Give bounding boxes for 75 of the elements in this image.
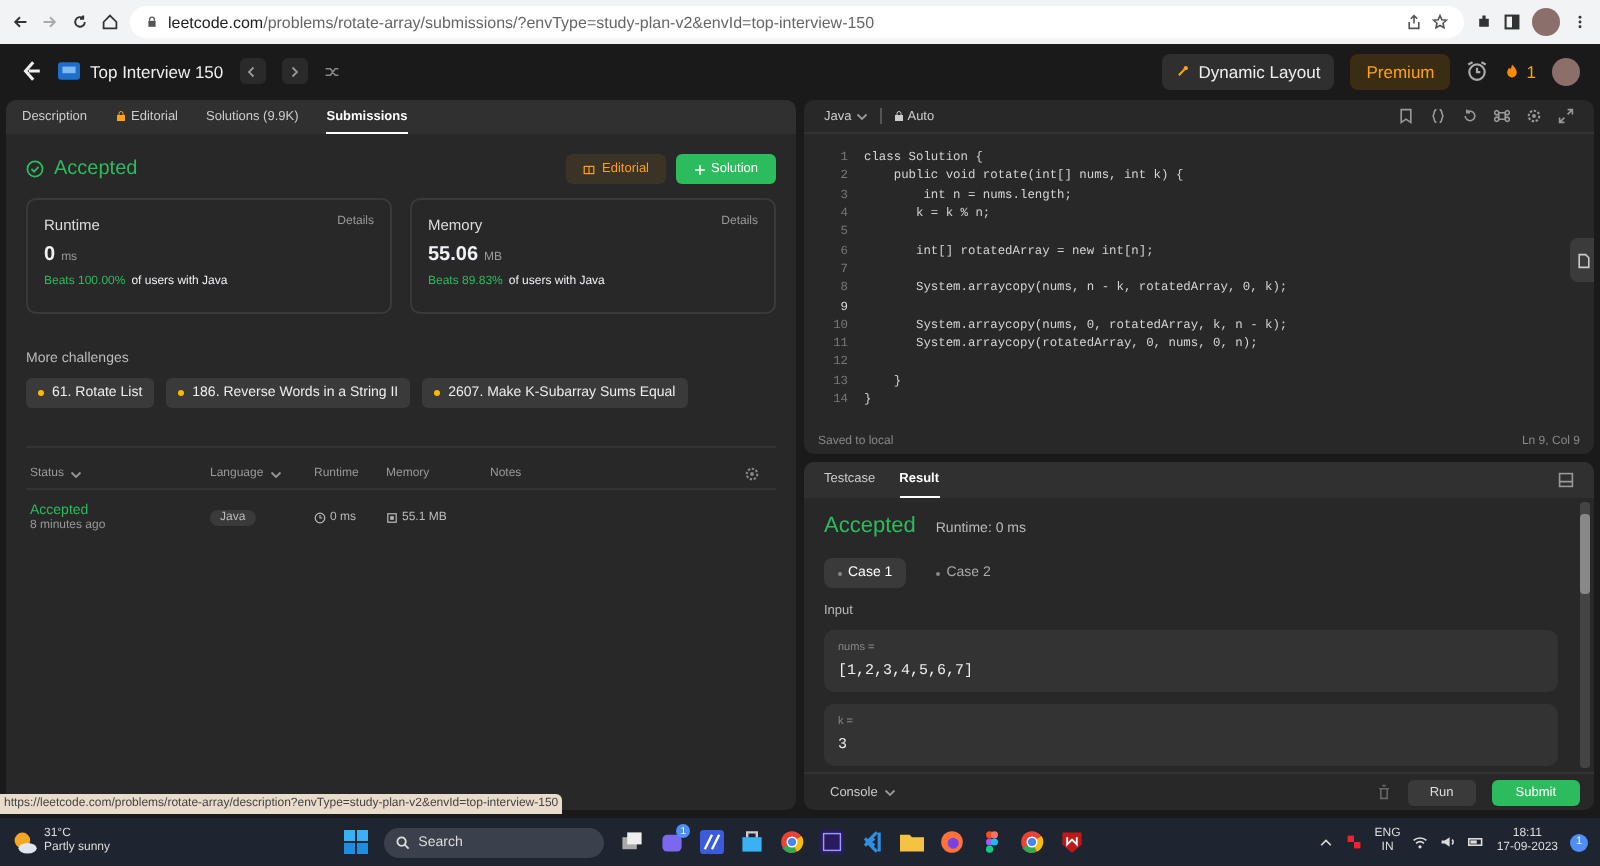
lock-icon: [115, 110, 126, 122]
chevron-down-icon: [855, 110, 868, 122]
trash-icon[interactable]: [1375, 784, 1392, 800]
sparkle-icon: [1176, 64, 1191, 78]
weather-icon[interactable]: [12, 829, 38, 855]
shield-icon[interactable]: [1060, 830, 1085, 854]
previous-button[interactable]: [239, 58, 266, 84]
lock-icon: [893, 110, 904, 122]
stat-value: 0: [44, 244, 56, 266]
speaker-icon[interactable]: [1440, 834, 1457, 850]
video-editor-icon[interactable]: [820, 830, 845, 854]
url-text: leetcode.com/problems/rotate-array/submissions/?envType=study-plan-v2&envId=top-interview-150: [168, 13, 875, 31]
streak-counter[interactable]: 1: [1504, 61, 1536, 81]
reload-icon[interactable]: [72, 14, 88, 30]
difficulty-dot: [38, 390, 44, 396]
expand-icon[interactable]: [1558, 108, 1574, 124]
browser-icon[interactable]: [1020, 830, 1045, 854]
chat-app-icon[interactable]: [660, 830, 685, 854]
star-icon[interactable]: [1432, 14, 1448, 30]
check-circle-icon: [26, 160, 44, 178]
bookmark-icon[interactable]: [1398, 108, 1414, 124]
address-bar[interactable]: leetcode.com/problems/rotate-array/submissions/?envType=study-plan-v2&envId=top-interview-150: [130, 6, 1464, 38]
user-avatar[interactable]: [1552, 57, 1580, 85]
plus-icon: [693, 163, 705, 175]
flame-icon: [1504, 62, 1521, 80]
stat-value: 55.06: [428, 244, 479, 266]
windows-start-icon[interactable]: [344, 830, 369, 854]
notes-tab[interactable]: [1570, 238, 1594, 282]
share-icon[interactable]: [1406, 14, 1422, 30]
clock-icon: [314, 511, 326, 523]
battery-icon[interactable]: [1468, 834, 1485, 850]
scrollbar[interactable]: [1580, 502, 1590, 768]
code-editor-icon[interactable]: [860, 830, 885, 854]
study-plan-icon: [58, 60, 80, 82]
chevron-down-icon: [883, 786, 896, 798]
dynamic-layout-button[interactable]: Dynamic Layout: [1162, 53, 1335, 89]
reset-icon[interactable]: [1462, 108, 1478, 124]
result-verdict: Accepted: [824, 514, 916, 538]
folder-icon[interactable]: [900, 830, 925, 854]
windows-icon[interactable]: [620, 830, 645, 854]
home-icon[interactable]: [102, 14, 118, 30]
sidebar-icon[interactable]: [1504, 14, 1520, 30]
browser-icon[interactable]: [780, 830, 805, 854]
chevron-up-icon[interactable]: [1318, 834, 1335, 850]
chip-icon: [386, 511, 398, 523]
next-button[interactable]: [281, 58, 308, 84]
shuffle-icon[interactable]: [323, 63, 340, 79]
settings-icon[interactable]: [744, 466, 760, 482]
book-icon: [582, 163, 597, 175]
lock-icon: [146, 16, 158, 28]
command-icon[interactable]: [1494, 108, 1510, 124]
difficulty-dot: [434, 390, 441, 396]
study-plan-title[interactable]: Top Interview 150: [90, 61, 224, 81]
wifi-icon[interactable]: [1412, 834, 1429, 850]
store-icon[interactable]: [740, 830, 765, 854]
document-icon: [1576, 251, 1592, 269]
logo-icon[interactable]: [20, 60, 42, 82]
tray-app-icon[interactable]: [1346, 834, 1363, 850]
back-arrow-icon[interactable]: [12, 14, 28, 30]
search-icon: [396, 835, 411, 849]
panel-icon[interactable]: [1558, 472, 1574, 488]
settings-icon[interactable]: [1526, 108, 1542, 124]
app-icon[interactable]: [700, 830, 725, 854]
premium-button[interactable]: Premium: [1350, 53, 1451, 89]
puzzle-icon[interactable]: [1476, 14, 1492, 30]
firefox-icon[interactable]: [940, 830, 965, 854]
chevron-right-icon: [288, 65, 301, 77]
profile-avatar[interactable]: [1532, 8, 1560, 36]
chevron-left-icon: [246, 65, 259, 77]
status-text: Accepted: [54, 158, 138, 180]
alarm-clock-icon[interactable]: [1466, 60, 1489, 82]
chevron-down-icon: [70, 468, 83, 480]
braces-icon[interactable]: [1430, 108, 1446, 124]
chevron-down-icon: [269, 468, 282, 480]
difficulty-dot: [178, 390, 185, 396]
